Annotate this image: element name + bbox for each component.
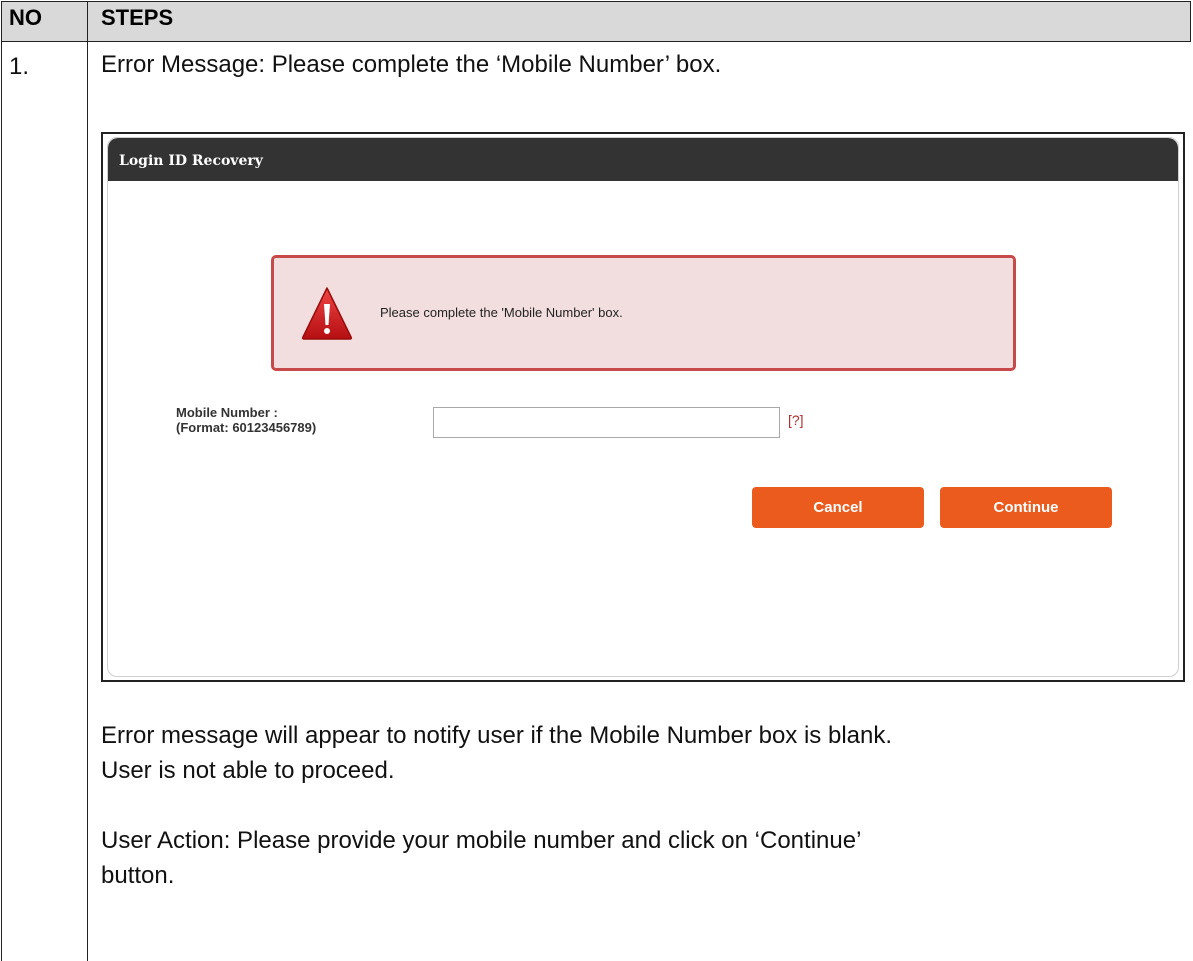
description-line-1: Error message will appear to notify user…	[101, 722, 893, 749]
warning-triangle-icon	[301, 287, 353, 340]
help-link[interactable]: [?]	[788, 412, 804, 428]
login-id-recovery-screenshot: Login ID Recovery Please complete the 'M…	[101, 132, 1185, 682]
row-number: 1.	[9, 53, 30, 80]
error-alert: Please complete the 'Mobile Number' box.	[271, 255, 1016, 371]
step-heading: Error Message: Please complete the ‘Mobi…	[101, 51, 722, 78]
user-action-line-2: button.	[101, 862, 175, 889]
column-header-steps: STEPS	[101, 5, 174, 30]
recovery-panel: Login ID Recovery Please complete the 'M…	[107, 137, 1179, 677]
cancel-button[interactable]: Cancel	[752, 487, 924, 528]
error-message: Please complete the 'Mobile Number' box.	[380, 305, 623, 320]
continue-button[interactable]: Continue	[940, 487, 1112, 528]
description-line-2: User is not able to proceed.	[101, 757, 395, 784]
table-header-row: NO STEPS	[1, 1, 1191, 42]
column-divider	[87, 1, 88, 961]
table-border-top	[1, 1, 1191, 2]
mobile-number-format-hint: (Format: 60123456789)	[176, 420, 317, 435]
table-border-right	[1190, 1, 1191, 41]
mobile-number-input[interactable]	[433, 407, 780, 438]
mobile-number-label-text: Mobile Number :	[176, 405, 278, 420]
steps-table: NO STEPS 1. Error Message: Please comple…	[1, 1, 1191, 961]
user-action-line-1: User Action: Please provide your mobile …	[101, 827, 862, 854]
column-header-no: NO	[9, 5, 42, 30]
panel-title: Login ID Recovery	[108, 138, 1178, 181]
mobile-number-label: Mobile Number : (Format: 60123456789)	[176, 405, 316, 435]
table-border-left	[1, 1, 2, 961]
